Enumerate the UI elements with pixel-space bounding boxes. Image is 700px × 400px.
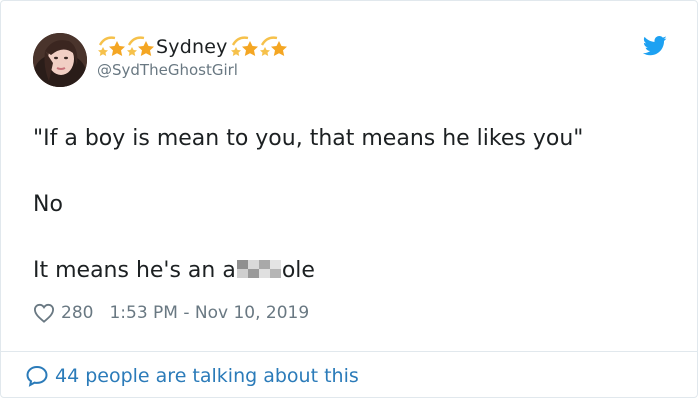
conversation-link-label[interactable]: 44 people are talking about this xyxy=(55,365,359,387)
display-name[interactable]: Sydney xyxy=(156,36,228,58)
dizzy-star-emoji-icon xyxy=(127,36,154,56)
dizzy-star-emoji-icon xyxy=(259,36,287,56)
tweet-text-line: No xyxy=(33,192,63,217)
tweet-text-segment: It means he's an a xyxy=(33,258,236,283)
twitter-bird-icon[interactable] xyxy=(643,36,667,56)
chat-bubble-icon xyxy=(26,365,48,387)
heart-icon[interactable] xyxy=(33,303,55,323)
dizzy-star-emoji-icon xyxy=(230,36,258,56)
censor-pixelation xyxy=(236,260,281,278)
tweet-text-line: "If a boy is mean to you, that means he … xyxy=(33,126,584,151)
divider xyxy=(1,351,697,352)
user-handle[interactable]: @SydTheGhostGirl xyxy=(97,61,238,79)
conversation-link[interactable]: 44 people are talking about this xyxy=(25,363,359,389)
tweet-card: Sydney @SydTheGhostGirl "If a boy is mea… xyxy=(0,0,698,398)
avatar[interactable] xyxy=(33,33,87,87)
tweet-text-segment: ole xyxy=(281,258,315,283)
timestamp-link[interactable]: 1:53 PM - Nov 10, 2019 xyxy=(109,303,309,323)
tweet-meta: 280 1:53 PM - Nov 10, 2019 xyxy=(33,301,309,325)
like-count[interactable]: 280 xyxy=(61,303,93,323)
display-name-row[interactable]: Sydney xyxy=(97,35,288,59)
dizzy-star-emoji-icon xyxy=(98,36,125,56)
tweet-text-line: It means he's an a ole xyxy=(33,257,315,285)
